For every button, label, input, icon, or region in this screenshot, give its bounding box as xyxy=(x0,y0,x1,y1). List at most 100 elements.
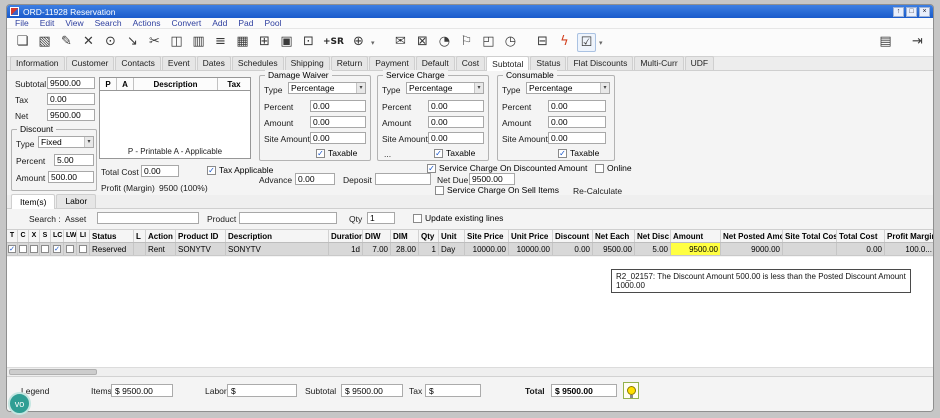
task-check-icon[interactable]: ☑ xyxy=(577,33,596,52)
print-icon[interactable]: ▤ xyxy=(876,33,895,52)
grid-col-duration[interactable]: Duration xyxy=(329,230,363,242)
dw-site-amount-value[interactable]: 0.00 xyxy=(310,132,366,144)
grid-col-amount[interactable]: Amount xyxy=(671,230,721,242)
row-cell-duration[interactable]: 1d xyxy=(329,243,363,255)
receive-document-icon[interactable]: ⊠ xyxy=(413,33,432,52)
grid-col-lc[interactable]: LC xyxy=(51,230,64,242)
new-document-icon[interactable]: ❏ xyxy=(13,33,32,52)
grid-col-site-total-cost[interactable]: Site Total Cost xyxy=(783,230,837,242)
cons-taxable-checkbox[interactable]: Taxable xyxy=(558,148,599,158)
grid-col-t[interactable]: T xyxy=(7,230,18,242)
row-cell-site-price[interactable]: 10000.00 xyxy=(465,243,509,255)
net-value[interactable]: 9500.00 xyxy=(47,109,95,121)
sc-on-discounted-checkbox[interactable]: Service Charge On Discounted Amount xyxy=(427,163,587,173)
col-tax[interactable]: Tax xyxy=(218,78,250,90)
tab-schedules[interactable]: Schedules xyxy=(232,56,284,70)
layers-icon[interactable]: ≡ xyxy=(211,33,230,52)
row-cell-dim[interactable]: 28.00 xyxy=(391,243,419,255)
tab-contacts[interactable]: Contacts xyxy=(115,56,161,70)
cons-site-amount-value[interactable]: 0.00 xyxy=(548,132,606,144)
grid-col-unit[interactable]: Unit xyxy=(439,230,465,242)
tab-labor[interactable]: Labor xyxy=(56,194,96,208)
row-check-c[interactable] xyxy=(18,243,29,255)
rollup-button[interactable]: ↑ xyxy=(893,7,904,17)
total-cost-value[interactable]: 0.00 xyxy=(141,165,179,177)
grid-col-net-posted-amou[interactable]: Net Posted Amou... xyxy=(721,230,783,242)
search-input[interactable] xyxy=(97,212,199,224)
tab-return[interactable]: Return xyxy=(331,56,369,70)
edit-pencil-icon[interactable]: ✎ xyxy=(57,33,76,52)
search-icon[interactable]: ⊙ xyxy=(101,33,120,52)
sc-taxable-checkbox[interactable]: Taxable xyxy=(434,148,475,158)
grid-col-action[interactable]: Action xyxy=(146,230,176,242)
search-notes-icon[interactable]: ⊕ xyxy=(349,33,368,52)
row-cell-status[interactable]: Reserved xyxy=(90,243,134,255)
cons-type-select[interactable]: Percentage xyxy=(526,82,610,94)
maximize-button[interactable]: □ xyxy=(906,7,917,17)
row-check-t[interactable]: ✓ xyxy=(7,243,18,255)
grid-col-l[interactable]: L xyxy=(134,230,146,242)
menu-actions[interactable]: Actions xyxy=(133,18,161,28)
sc-type-select[interactable]: Percentage xyxy=(406,82,484,94)
scrollbar-thumb[interactable] xyxy=(9,369,97,375)
tab-item-s[interactable]: Item(s) xyxy=(11,194,55,209)
search-notes-icon-dropdown[interactable]: ▾ xyxy=(371,39,378,47)
discount-amount-value[interactable]: 500.00 xyxy=(48,171,94,183)
delete-icon[interactable]: ✕ xyxy=(79,33,98,52)
grid-col-profit-margin[interactable]: Profit Margin xyxy=(885,230,933,242)
grid-col-unit-price[interactable]: Unit Price xyxy=(509,230,553,242)
menu-search[interactable]: Search xyxy=(95,18,122,28)
row-cell-qty[interactable]: 1 xyxy=(419,243,439,255)
row-cell-net-each[interactable]: 9500.00 xyxy=(593,243,635,255)
row-check-lc[interactable]: ✓ xyxy=(51,243,64,255)
row-check-s[interactable] xyxy=(40,243,51,255)
tab-cost[interactable]: Cost xyxy=(456,56,485,70)
title-bar[interactable]: ORD-11928 Reservation ↑□× xyxy=(7,5,933,18)
cons-amount-value[interactable]: 0.00 xyxy=(548,116,606,128)
menu-pad[interactable]: Pad xyxy=(238,18,253,28)
tab-event[interactable]: Event xyxy=(162,56,196,70)
row-cell-discount[interactable]: 0.00 xyxy=(553,243,593,255)
task-check-icon-dropdown[interactable]: ▾ xyxy=(599,39,606,47)
grid-col-product-id[interactable]: Product ID xyxy=(176,230,226,242)
tax-value[interactable]: 0.00 xyxy=(47,93,95,105)
row-check-lw[interactable] xyxy=(64,243,77,255)
grid-col-discount[interactable]: Discount xyxy=(553,230,593,242)
menu-file[interactable]: File xyxy=(15,18,29,28)
row-cell-net-disc[interactable]: 5.00 xyxy=(635,243,671,255)
discount-percent-value[interactable]: 5.00 xyxy=(54,154,94,166)
cut-icon[interactable]: ✂ xyxy=(145,33,164,52)
row-check-x[interactable] xyxy=(29,243,40,255)
dw-amount-value[interactable]: 0.00 xyxy=(310,116,366,128)
menu-pool[interactable]: Pool xyxy=(264,18,281,28)
hint-button[interactable] xyxy=(623,382,639,399)
grid-col-total-cost[interactable]: Total Cost xyxy=(837,230,885,242)
row-cell-unit-price[interactable]: 10000.00 xyxy=(509,243,553,255)
grid-col-description[interactable]: Description xyxy=(226,230,329,242)
tab-customer[interactable]: Customer xyxy=(66,56,115,70)
deposit-value[interactable] xyxy=(375,173,431,185)
subtotal-value[interactable]: 9500.00 xyxy=(47,77,95,89)
row-cell-total-cost[interactable]: 0.00 xyxy=(837,243,885,255)
sc-more-button[interactable]: ... xyxy=(384,149,391,159)
row-cell-profit-margin[interactable]: 100.0... xyxy=(885,243,933,255)
row-cell-action[interactable]: Rent xyxy=(146,243,176,255)
close-button[interactable]: × xyxy=(919,7,930,17)
row-cell-unit[interactable]: Day xyxy=(439,243,465,255)
advance-value[interactable]: 0.00 xyxy=(295,173,335,185)
dw-percent-value[interactable]: 0.00 xyxy=(310,100,366,112)
row-check-li[interactable] xyxy=(77,243,90,255)
tab-status[interactable]: Status xyxy=(530,56,566,70)
grid-col-net-disc[interactable]: Net Disc xyxy=(635,230,671,242)
tab-dates[interactable]: Dates xyxy=(197,56,231,70)
search-category-value[interactable]: Asset xyxy=(65,214,86,224)
dw-type-select[interactable]: Percentage xyxy=(288,82,366,94)
camera-icon[interactable]: ⊡ xyxy=(299,33,318,52)
update-existing-lines-checkbox[interactable]: Update existing lines xyxy=(413,213,503,223)
grid-col-x[interactable]: X xyxy=(29,230,40,242)
grid-col-lw[interactable]: LW xyxy=(64,230,77,242)
grid-col-dim[interactable]: DIM xyxy=(391,230,419,242)
row-cell-site-total-cost[interactable] xyxy=(783,243,837,255)
qty-input[interactable]: 1 xyxy=(367,212,395,224)
clock-icon[interactable]: ◷ xyxy=(501,33,520,52)
